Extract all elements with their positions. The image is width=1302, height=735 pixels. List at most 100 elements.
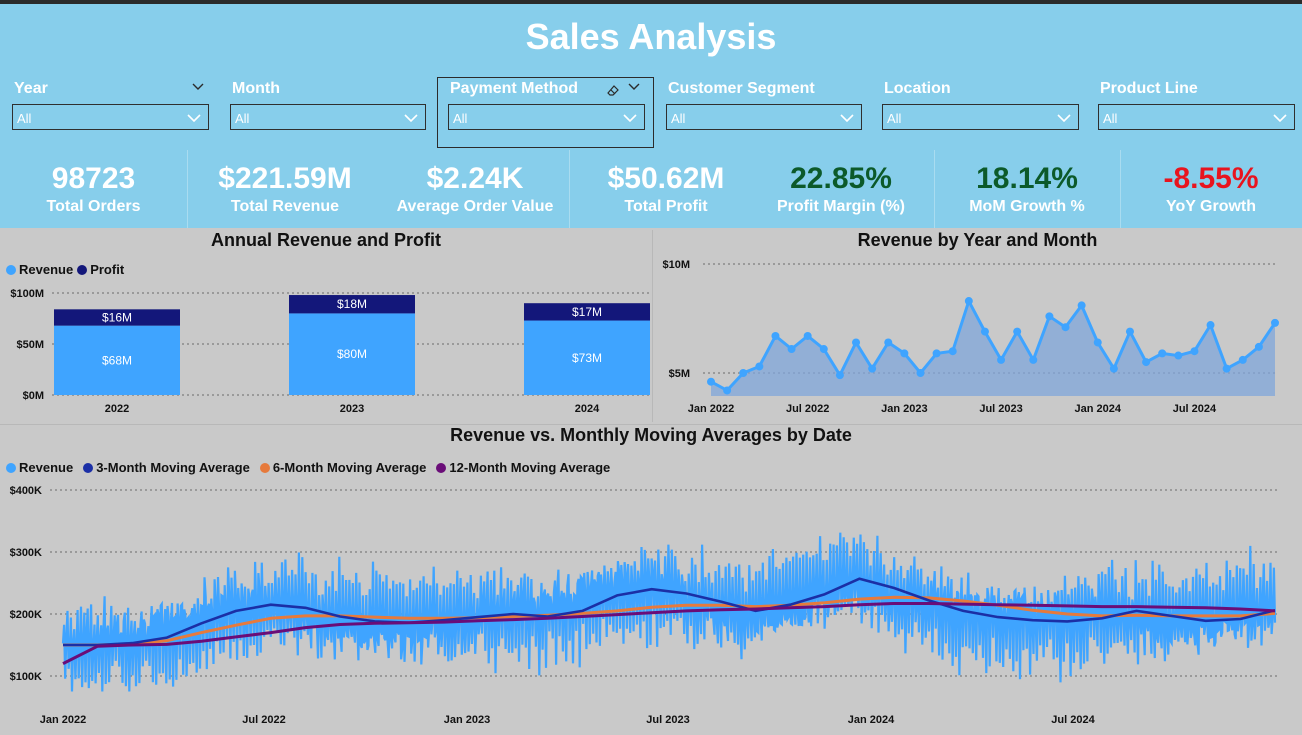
x-tick-label: Jan 2024 (848, 714, 895, 726)
legend-label: Revenue (19, 262, 74, 277)
chevron-down-icon[interactable] (191, 80, 205, 94)
data-point (1190, 347, 1199, 356)
chart-title-moving-avg: Revenue vs. Monthly Moving Averages by D… (450, 425, 852, 445)
x-tick-label: Jan 2022 (688, 403, 734, 415)
eraser-icon[interactable] (605, 82, 621, 98)
legend-label: 6-Month Moving Average (272, 460, 427, 475)
kpi-value: 18.14% (976, 162, 1078, 195)
slicer-payment-method-label: Payment Method (450, 80, 579, 97)
kpi-label: Profit Margin (%) (777, 198, 905, 215)
chart-annual-revenue-profit[interactable]: $0M $50M $100M $68M $16M 2022 $80M $18M 2023 $73M… (0, 280, 652, 420)
chart-title-monthly: Revenue by Year and Month (857, 230, 1098, 250)
kpi-total-orders: 98723 Total Orders (0, 150, 187, 228)
data-point (932, 349, 941, 358)
data-point (739, 369, 748, 377)
bar-label-profit: $17M (572, 305, 602, 319)
kpi-value: $221.59M (218, 162, 352, 195)
slicer-month-label: Month (232, 80, 280, 97)
data-point (884, 338, 893, 347)
chevron-down-icon (1057, 114, 1071, 123)
data-point (1125, 327, 1134, 336)
x-tick-label: Jan 2023 (881, 403, 927, 415)
slicer-customer-segment[interactable]: Customer Segment All (666, 76, 862, 132)
legend-item-revenue[interactable]: Revenue (6, 262, 73, 277)
kpi-label: Average Order Value (396, 198, 554, 215)
legend-item-revenue[interactable]: Revenue (6, 460, 73, 475)
kpi-value: $50.62M (607, 162, 725, 195)
chart-revenue-moving-averages[interactable]: $100K $200K $300K $400K Jan 2022 Jul 2022 Jan … (0, 478, 1302, 735)
kpi-label: Total Profit (624, 198, 708, 215)
y-tick-label: $10M (662, 259, 690, 271)
chart-revenue-by-month[interactable]: $5M $10M Jan 2022 Jul 2022 Jan 2023 Jul 2023 J… (653, 250, 1302, 422)
x-tick-label: Jul 2024 (1173, 403, 1217, 415)
slicer-year-dropdown[interactable]: All (12, 104, 209, 130)
data-point (803, 331, 812, 340)
legend-dot (259, 462, 270, 473)
slicer-product-line-value: All (1103, 111, 1118, 126)
data-point (1061, 323, 1070, 332)
legend-item-ma12[interactable]: 12-Month Moving Average (436, 460, 610, 475)
legend-dot (77, 264, 88, 275)
legend-dot (6, 264, 16, 275)
data-point (997, 355, 1006, 364)
slicer-month-dropdown[interactable]: All (230, 104, 426, 130)
legend-annual: Revenue Profit (6, 262, 124, 277)
data-point (755, 362, 764, 371)
slicer-year-value: All (17, 111, 32, 126)
legend-item-ma6[interactable]: 6-Month Moving Average (259, 460, 427, 475)
slicer-location-dropdown[interactable]: All (882, 104, 1079, 130)
slicer-customer-segment-value: All (671, 111, 686, 126)
data-point (1142, 358, 1151, 367)
kpi-total-profit: $50.62M Total Profit (570, 150, 762, 228)
legend-moving-avg: Revenue 3-Month Moving Average 6-Month M… (6, 460, 610, 475)
slicer-product-line-dropdown[interactable]: All (1098, 104, 1295, 130)
bar-label-revenue: $80M (337, 347, 367, 361)
legend-label: 3-Month Moving Average (96, 460, 250, 475)
bar-label-revenue: $68M (102, 353, 132, 367)
x-tick-label: Jul 2022 (242, 714, 285, 726)
chevron-down-icon (187, 114, 201, 123)
kpi-yoy-growth: -8.55% YoY Growth (1120, 150, 1302, 228)
data-point (1254, 342, 1263, 351)
x-tick-label: Jul 2023 (979, 403, 1022, 415)
data-point (868, 364, 877, 373)
data-point (1077, 301, 1086, 310)
x-tick-label: Jan 2023 (444, 714, 490, 726)
legend-item-profit[interactable]: Profit (77, 262, 124, 277)
slicer-customer-segment-dropdown[interactable]: All (666, 104, 862, 130)
y-tick-label: $400K (10, 485, 42, 497)
slicer-year[interactable]: Year All (12, 76, 209, 132)
data-point (948, 347, 957, 356)
legend-dot (436, 462, 447, 473)
legend-label: Revenue (19, 460, 74, 475)
bar-label-profit: $16M (102, 310, 132, 324)
y-tick-label: $5M (669, 368, 690, 380)
x-tick-label: 2024 (575, 403, 600, 415)
data-point (771, 331, 780, 340)
slicer-customer-segment-label: Customer Segment (668, 80, 815, 97)
slicer-payment-method[interactable]: Payment Method All (448, 76, 645, 132)
data-point (980, 327, 989, 336)
data-point (964, 297, 973, 306)
chevron-down-icon[interactable] (627, 80, 641, 94)
legend-item-ma3[interactable]: 3-Month Moving Average (83, 460, 250, 475)
kpi-average-order-value: $2.24K Average Order Value (381, 150, 569, 228)
legend-dot (83, 462, 94, 473)
slicer-product-line-label: Product Line (1100, 80, 1198, 97)
slicer-payment-method-dropdown[interactable]: All (448, 104, 645, 130)
kpi-label: Total Revenue (230, 198, 340, 215)
y-tick-label: $100K (10, 671, 42, 683)
y-tick-label: $200K (10, 609, 42, 621)
slicer-location-label: Location (884, 80, 951, 97)
data-point (787, 345, 796, 354)
data-point (723, 386, 732, 395)
chevron-down-icon (623, 114, 637, 123)
slicer-month[interactable]: Month All (230, 76, 426, 132)
chevron-down-icon (840, 114, 854, 123)
x-tick-label: Jul 2022 (786, 403, 829, 415)
slicer-product-line[interactable]: Product Line All (1098, 76, 1295, 132)
y-tick-label: $50M (16, 339, 44, 351)
slicer-location[interactable]: Location All (882, 76, 1079, 132)
page-title: Sales Analysis (525, 16, 777, 57)
x-tick-label: Jul 2024 (1051, 714, 1095, 726)
